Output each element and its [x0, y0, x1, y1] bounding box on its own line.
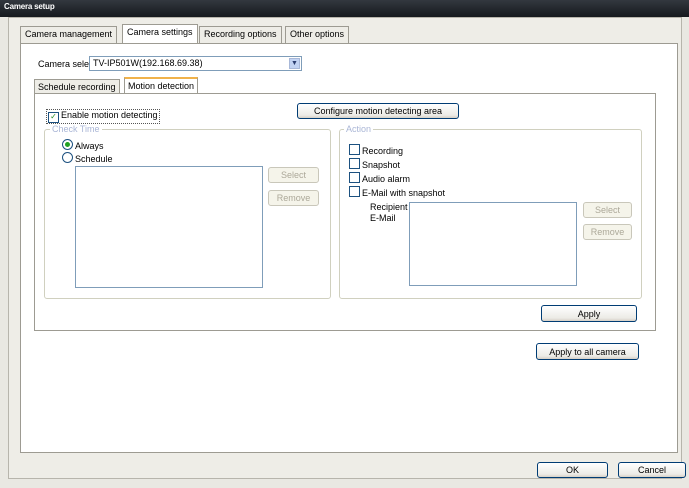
- apply-to-all-camera-button[interactable]: Apply to all camera: [536, 343, 639, 360]
- tab-camera-management[interactable]: Camera management: [20, 26, 118, 43]
- enable-motion-checkbox[interactable]: ✓ Enable motion detecting: [46, 109, 160, 124]
- select-recipient-button[interactable]: Select: [583, 202, 632, 218]
- subtab-motion-detection[interactable]: Motion detection: [124, 77, 199, 94]
- remove-recipient-button[interactable]: Remove: [583, 224, 632, 240]
- checkmark-icon: ✓: [48, 112, 59, 123]
- title-bar: [0, 0, 689, 17]
- radio-unselected-icon: [62, 152, 73, 163]
- select-schedule-button[interactable]: Select: [268, 167, 319, 183]
- camera-select-dropdown[interactable]: TV-IP501W(192.168.69.38) ▼: [89, 56, 302, 71]
- checkbox-icon: [349, 158, 360, 169]
- action-title: Action: [344, 124, 374, 134]
- remove-schedule-button[interactable]: Remove: [268, 190, 319, 206]
- always-label: Always: [75, 141, 104, 151]
- schedule-label: Schedule: [75, 154, 113, 164]
- tab-other-options[interactable]: Other options: [285, 26, 350, 43]
- schedule-radio[interactable]: Schedule: [62, 152, 113, 164]
- audio-alarm-checkbox[interactable]: Audio alarm: [349, 172, 410, 184]
- email-snapshot-checkbox[interactable]: E-Mail with snapshot: [349, 186, 445, 198]
- schedule-list[interactable]: [75, 166, 263, 288]
- subtab-schedule-recording[interactable]: Schedule recording: [34, 79, 120, 94]
- snapshot-checkbox[interactable]: Snapshot: [349, 158, 400, 170]
- cancel-button[interactable]: Cancel: [618, 462, 686, 478]
- camera-select-label: Camera select: [38, 59, 97, 69]
- radio-selected-icon: [62, 139, 73, 150]
- check-time-title: Check Time: [50, 124, 102, 134]
- chevron-down-icon[interactable]: ▼: [289, 58, 300, 69]
- email-snapshot-label: E-Mail with snapshot: [362, 188, 446, 198]
- window-title: Camera setup: [4, 2, 55, 11]
- camera-select-value: TV-IP501W(192.168.69.38): [93, 58, 203, 68]
- always-radio[interactable]: Always: [62, 139, 104, 151]
- recording-checkbox[interactable]: Recording: [349, 144, 403, 156]
- tab-camera-settings[interactable]: Camera settings: [122, 24, 198, 44]
- checkbox-icon: [349, 186, 360, 197]
- audio-alarm-label: Audio alarm: [362, 174, 411, 184]
- snapshot-label: Snapshot: [362, 160, 401, 170]
- recording-label: Recording: [362, 146, 404, 156]
- checkbox-icon: [349, 144, 360, 155]
- apply-button[interactable]: Apply: [541, 305, 637, 322]
- email-label: E-Mail: [370, 213, 396, 223]
- ok-button[interactable]: OK: [537, 462, 608, 478]
- enable-motion-label: Enable motion detecting: [61, 110, 158, 120]
- recipient-email-list[interactable]: [409, 202, 577, 286]
- checkbox-icon: [349, 172, 360, 183]
- recipient-label: Recipient: [370, 202, 408, 212]
- configure-motion-area-button[interactable]: Configure motion detecting area: [297, 103, 459, 119]
- tab-recording-options[interactable]: Recording options: [199, 26, 282, 43]
